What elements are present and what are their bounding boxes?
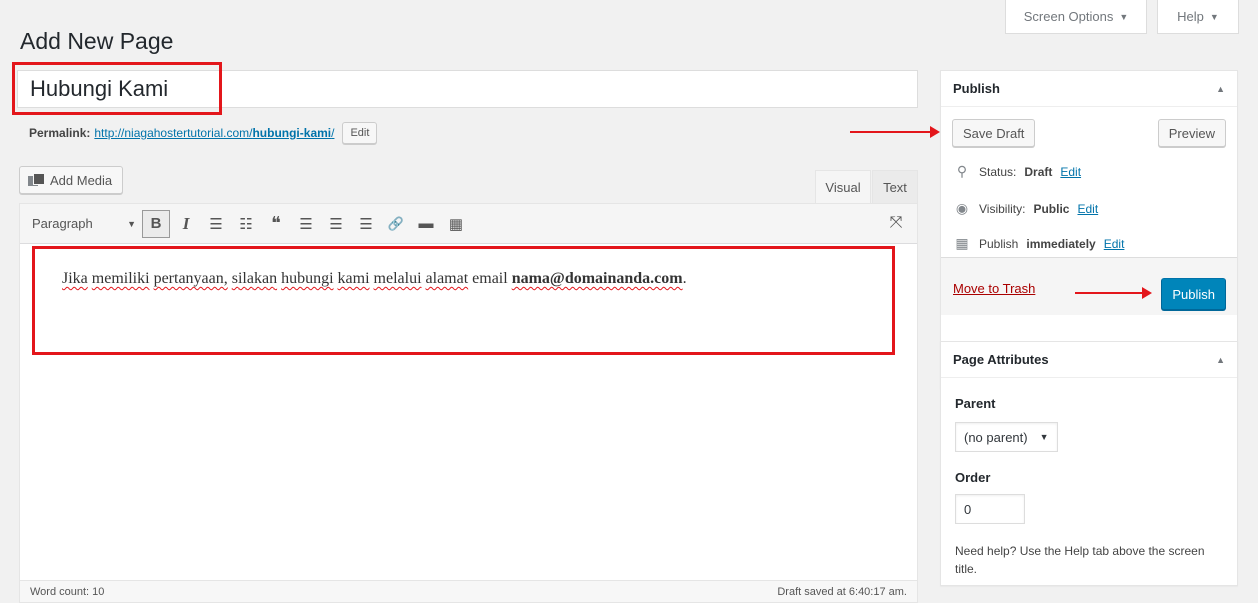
fullscreen-icon[interactable]: ⤧ [885, 212, 907, 234]
permalink-row: Permalink: http://niagahostertutorial.co… [29, 122, 378, 144]
align-right-icon[interactable]: ☰ [352, 210, 380, 238]
caret-down-icon: ▼ [1119, 11, 1129, 22]
editor-toolbar: Paragraph ▼ B I ☰ ☷ ❝ ☰ ☰ ☰ 🔗 ▬ ▦ ⤧ [20, 204, 917, 244]
visibility-row: ◉ Visibility: Public Edit [953, 200, 1098, 217]
title-field-wrapper [17, 70, 918, 108]
save-draft-button[interactable]: Save Draft [952, 119, 1036, 147]
page-attributes-header[interactable]: Page Attributes ▲ [941, 342, 1237, 378]
eye-icon: ◉ [955, 200, 969, 216]
title-input[interactable] [18, 71, 917, 107]
parent-label: Parent [955, 396, 996, 411]
link-icon[interactable]: 🔗 [382, 210, 410, 238]
toolbar-toggle-icon[interactable]: ▦ [442, 210, 470, 238]
bullet-list-icon[interactable]: ☰ [202, 210, 230, 238]
content-word: melalui [373, 270, 422, 287]
editor-content[interactable]: Jika memiliki pertanyaan, silakan hubung… [62, 270, 687, 288]
permalink-label: Permalink: [29, 126, 91, 140]
draft-saved-status: Draft saved at 6:40:17 am. [777, 585, 907, 598]
tab-text[interactable]: Text [872, 170, 918, 203]
format-select[interactable]: Paragraph ▼ [26, 210, 142, 238]
parent-select[interactable]: (no parent) ▼ [955, 422, 1058, 452]
schedule-edit-link[interactable]: Edit [1104, 237, 1125, 251]
permalink-edit-button[interactable]: Edit [342, 122, 378, 144]
content-word: alamat [425, 270, 469, 287]
status-label: Status: [979, 164, 1017, 179]
numbered-list-icon[interactable]: ☷ [232, 210, 260, 238]
page-attributes-help: Need help? Use the Help tab above the sc… [955, 544, 1205, 576]
align-left-icon[interactable]: ☰ [292, 210, 320, 238]
add-media-label: Add Media [50, 172, 113, 188]
visibility-label: Visibility: [979, 201, 1026, 216]
italic-button[interactable]: I [172, 210, 200, 238]
content-word: email [472, 270, 508, 287]
status-value: Draft [1024, 164, 1053, 179]
content-word: kami [337, 270, 370, 287]
content-word: Jika [62, 270, 88, 287]
content-period: . [682, 270, 687, 287]
editor-status-bar: Word count: 10 Draft saved at 6:40:17 am… [20, 580, 917, 602]
order-label: Order [955, 470, 991, 485]
page-title: Add New Page [20, 28, 174, 54]
page-attributes-title: Page Attributes [953, 352, 1049, 367]
publish-button[interactable]: Publish [1161, 278, 1226, 310]
permalink-base: http://niagahostertutorial.com/ [94, 126, 253, 140]
caret-down-icon: ▼ [1209, 11, 1219, 22]
publish-value: immediately [1026, 236, 1096, 251]
word-count: Word count: 10 [30, 585, 105, 598]
annotation-arrow-save-draft [850, 126, 940, 138]
read-more-icon[interactable]: ▬ [412, 210, 440, 238]
format-select-value: Paragraph [32, 216, 93, 231]
status-row: ⚲ Status: Draft Edit [953, 163, 1081, 180]
screen-options-tab[interactable]: Screen Options ▼ [1005, 0, 1147, 34]
publish-label: Publish [979, 236, 1019, 251]
publish-actions: Move to Trash Publish [941, 257, 1237, 315]
content-email: nama@domainanda.com [511, 270, 683, 287]
visibility-edit-link[interactable]: Edit [1077, 202, 1098, 216]
caret-down-icon: ▼ [127, 218, 136, 229]
move-to-trash-link[interactable]: Move to Trash [953, 281, 1035, 296]
publish-box-header[interactable]: Publish ▲ [941, 71, 1237, 107]
pin-icon: ⚲ [956, 163, 968, 179]
annotation-arrow-publish [1075, 287, 1152, 299]
add-media-button[interactable]: Add Media [19, 166, 124, 194]
schedule-row: ▦ Publish immediately Edit [953, 235, 1124, 252]
blockquote-icon[interactable]: ❝ [262, 210, 290, 238]
help-label: Help [1177, 9, 1204, 24]
content-word: memiliki [91, 270, 150, 287]
help-tab[interactable]: Help ▼ [1157, 0, 1239, 34]
content-word: hubungi [281, 270, 334, 287]
caret-down-icon: ▼ [1039, 432, 1049, 442]
permalink-trailing: / [331, 126, 335, 140]
parent-select-value: (no parent) [964, 429, 1028, 445]
calendar-icon: ▦ [955, 235, 969, 251]
collapse-arrow-icon[interactable]: ▲ [1216, 84, 1225, 94]
publish-box-title: Publish [953, 81, 1000, 96]
screen-options-label: Screen Options [1023, 9, 1114, 24]
content-editor: Paragraph ▼ B I ☰ ☷ ❝ ☰ ☰ ☰ 🔗 ▬ ▦ ⤧ Jika… [19, 203, 918, 603]
preview-button[interactable]: Preview [1157, 119, 1226, 147]
media-icon [28, 173, 45, 187]
content-word: silakan [231, 270, 278, 287]
page-attributes-box: Page Attributes ▲ Parent (no parent) ▼ O… [940, 341, 1238, 586]
permalink-slug: hubungi-kami [252, 126, 332, 140]
visibility-value: Public [1033, 201, 1070, 216]
permalink-link[interactable]: http://niagahostertutorial.com/hubungi-k… [94, 126, 334, 140]
align-center-icon[interactable]: ☰ [322, 210, 350, 238]
bold-button[interactable]: B [142, 209, 170, 238]
tab-visual[interactable]: Visual [815, 170, 871, 203]
collapse-arrow-icon[interactable]: ▲ [1216, 355, 1225, 365]
content-word: pertanyaan, [153, 270, 228, 287]
order-input[interactable] [955, 494, 1025, 524]
status-edit-link[interactable]: Edit [1060, 165, 1081, 179]
